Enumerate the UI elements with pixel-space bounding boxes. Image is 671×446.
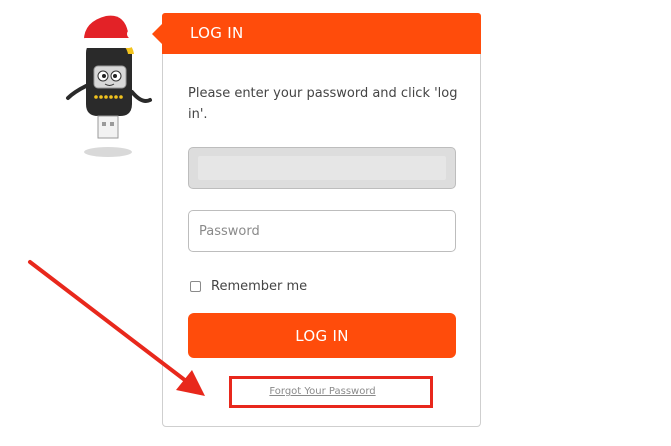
header-pointer: [152, 24, 162, 44]
login-page: LOG IN Please enter your password and cl…: [0, 0, 671, 446]
login-button[interactable]: LOG IN: [188, 313, 456, 358]
forgot-password-highlight: [229, 376, 433, 408]
usb-mascot-santa-hat-icon: [66, 15, 152, 157]
login-title: LOG IN: [190, 24, 244, 42]
login-card-header: LOG IN: [152, 13, 481, 54]
username-field[interactable]: [188, 147, 456, 189]
username-redacted-value: [198, 156, 446, 180]
remember-me-label: Remember me: [211, 278, 308, 294]
login-instructions: Please enter your password and click 'lo…: [188, 86, 458, 122]
remember-me-row[interactable]: Remember me: [190, 277, 307, 295]
login-card: LOG IN Please enter your password and cl…: [152, 13, 481, 427]
remember-me-checkbox[interactable]: [190, 280, 201, 292]
password-field[interactable]: [188, 210, 456, 252]
